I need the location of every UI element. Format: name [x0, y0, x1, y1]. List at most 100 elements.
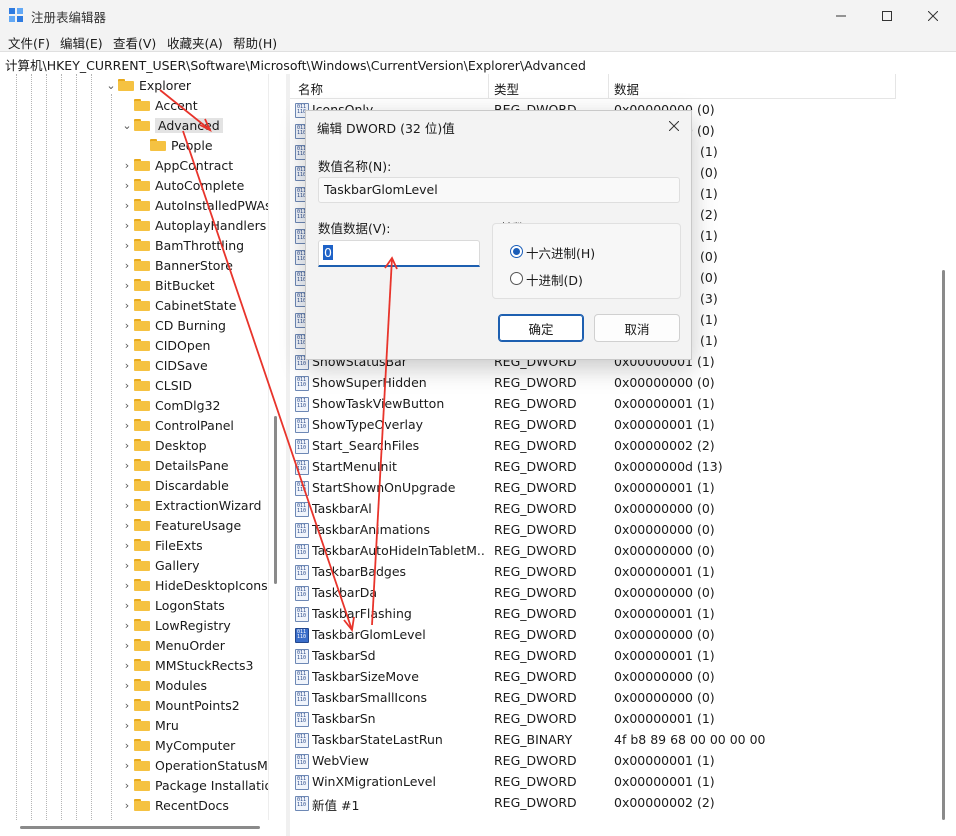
chevron-right-icon[interactable]: › [120, 559, 134, 572]
chevron-right-icon[interactable]: › [120, 799, 134, 812]
hex-radio[interactable] [510, 245, 523, 258]
chevron-right-icon[interactable]: › [120, 459, 134, 472]
table-row[interactable]: 011 110 TaskbarStateLastRun REG_BINARY 4f b8… [290, 730, 890, 751]
chevron-right-icon[interactable]: › [120, 739, 134, 752]
tree-item[interactable]: › MyComputer [120, 735, 236, 755]
dialog-close-button[interactable] [662, 115, 686, 137]
chevron-right-icon[interactable]: › [120, 159, 134, 172]
tree-item[interactable]: › RecentDocs [120, 795, 229, 815]
chevron-right-icon[interactable]: › [120, 359, 134, 372]
chevron-right-icon[interactable]: › [120, 279, 134, 292]
tree-item[interactable]: › ComDlg32 [120, 395, 221, 415]
tree-item[interactable]: › CabinetState [120, 295, 237, 315]
chevron-right-icon[interactable]: › [120, 299, 134, 312]
tree-item[interactable]: › Package Installatio [120, 775, 268, 795]
tree-horizontal-scrollbar[interactable] [0, 820, 286, 836]
close-button[interactable] [910, 0, 956, 31]
tree-item[interactable]: › Discardable [120, 475, 229, 495]
chevron-right-icon[interactable]: › [120, 519, 134, 532]
decimal-label[interactable]: 十进制(D) [526, 270, 583, 289]
list-scrollbar[interactable] [936, 74, 956, 836]
tree-scroll-thumb[interactable] [274, 416, 277, 584]
tree-item[interactable]: › CLSID [120, 375, 192, 395]
chevron-right-icon[interactable]: › [120, 579, 134, 592]
chevron-right-icon[interactable]: › [120, 379, 134, 392]
chevron-down-icon[interactable]: ⌄ [104, 79, 118, 92]
cancel-button[interactable]: 取消 [594, 314, 680, 342]
tree-item[interactable]: › BitBucket [120, 275, 215, 295]
table-row[interactable]: 011 110 新值 #1 REG_DWORD 0x00000002 (2) [290, 793, 890, 814]
tree-item[interactable]: › OperationStatusMa [120, 755, 268, 775]
chevron-right-icon[interactable]: › [120, 259, 134, 272]
tree-item[interactable]: › LowRegistry [120, 615, 231, 635]
address-bar[interactable]: 计算机\HKEY_CURRENT_USER\Software\Microsoft… [0, 51, 956, 75]
menu-help[interactable]: 帮助(H) [233, 33, 277, 52]
table-row[interactable]: 011 110 TaskbarSizeMove REG_DWORD 0x00000000… [290, 667, 890, 688]
column-divider[interactable] [488, 74, 489, 98]
table-row[interactable]: 011 110 Start_SearchFiles REG_DWORD 0x000000… [290, 436, 890, 457]
key-tree[interactable]: ⌄ Explorer Accent ⌄ Advanced People › App… [0, 74, 268, 820]
tree-item-accent[interactable]: Accent [120, 95, 198, 115]
chevron-right-icon[interactable]: › [120, 699, 134, 712]
tree-item[interactable]: › AutoplayHandlers [120, 215, 266, 235]
chevron-right-icon[interactable]: › [120, 239, 134, 252]
table-row[interactable]: 011 110 WinXMigrationLevel REG_DWORD 0x00000… [290, 772, 890, 793]
menu-edit[interactable]: 编辑(E) [60, 33, 103, 52]
minimize-button[interactable] [818, 0, 864, 31]
table-row[interactable]: 011 110 TaskbarAutoHideInTabletM... REG_DWO… [290, 541, 890, 562]
chevron-right-icon[interactable]: › [120, 219, 134, 232]
tree-item[interactable]: › CD Burning [120, 315, 226, 335]
chevron-right-icon[interactable]: › [120, 319, 134, 332]
tree-item[interactable]: › CIDSave [120, 355, 208, 375]
tree-item[interactable]: › ExtractionWizard [120, 495, 262, 515]
chevron-right-icon[interactable]: › [120, 179, 134, 192]
table-row[interactable]: 011 110 TaskbarFlashing REG_DWORD 0x00000001… [290, 604, 890, 625]
chevron-right-icon[interactable]: › [120, 679, 134, 692]
tree-item[interactable]: › DetailsPane [120, 455, 229, 475]
tree-item[interactable]: › Desktop [120, 435, 207, 455]
tree-item[interactable]: › AutoInstalledPWAs [120, 195, 268, 215]
address-path[interactable]: 计算机\HKEY_CURRENT_USER\Software\Microsoft… [5, 55, 586, 74]
column-divider[interactable] [895, 74, 896, 98]
chevron-right-icon[interactable]: › [120, 719, 134, 732]
table-row[interactable]: 011 110 TaskbarDa REG_DWORD 0x00000000 (0) [290, 583, 890, 604]
chevron-right-icon[interactable]: › [120, 659, 134, 672]
column-divider[interactable] [608, 74, 609, 98]
tree-item-advanced[interactable]: ⌄ Advanced [120, 115, 223, 135]
tree-item[interactable]: › LogonStats [120, 595, 225, 615]
menu-file[interactable]: 文件(F) [8, 33, 50, 52]
tree-item[interactable]: › ControlPanel [120, 415, 234, 435]
chevron-right-icon[interactable]: › [120, 499, 134, 512]
chevron-right-icon[interactable]: › [120, 779, 134, 792]
menu-favorites[interactable]: 收藏夹(A) [167, 33, 223, 52]
table-row[interactable]: 011 110 TaskbarAl REG_DWORD 0x00000000 (0) [290, 499, 890, 520]
column-header-type[interactable]: 类型 [494, 79, 519, 98]
tree-item[interactable]: › MountPoints2 [120, 695, 240, 715]
chevron-right-icon[interactable]: › [120, 479, 134, 492]
tree-item[interactable]: › BannerStore [120, 255, 233, 275]
chevron-right-icon[interactable]: › [120, 399, 134, 412]
table-row[interactable]: 011 110 TaskbarAnimations REG_DWORD 0x000000… [290, 520, 890, 541]
column-header-data[interactable]: 数据 [614, 79, 639, 98]
value-data-input[interactable]: 0 [318, 240, 480, 267]
column-header-name[interactable]: 名称 [298, 79, 323, 98]
chevron-right-icon[interactable]: › [120, 199, 134, 212]
table-row[interactable]: 011 110 WebView REG_DWORD 0x00000001 (1) [290, 751, 890, 772]
tree-item[interactable]: › MenuOrder [120, 635, 225, 655]
chevron-right-icon[interactable]: › [120, 639, 134, 652]
tree-item[interactable]: › Mru [120, 715, 179, 735]
table-row[interactable]: 011 110 ShowTaskViewButton REG_DWORD 0x00000… [290, 394, 890, 415]
tree-item-people[interactable]: People [136, 135, 213, 155]
table-row[interactable]: 011 110 ShowTypeOverlay REG_DWORD 0x00000001… [290, 415, 890, 436]
tree-item[interactable]: › Gallery [120, 555, 200, 575]
tree-item[interactable]: › FileExts [120, 535, 203, 555]
tree-hscroll-thumb[interactable] [20, 826, 260, 829]
chevron-right-icon[interactable]: › [120, 539, 134, 552]
tree-item[interactable]: › MMStuckRects3 [120, 655, 254, 675]
tree-scrollbar[interactable] [268, 74, 287, 820]
table-row[interactable]: 011 110 TaskbarSn REG_DWORD 0x00000001 (1) [290, 709, 890, 730]
chevron-down-icon[interactable]: ⌄ [120, 119, 134, 132]
table-row[interactable]: 011 110 TaskbarSd REG_DWORD 0x00000001 (1) [290, 646, 890, 667]
list-scroll-thumb[interactable] [942, 270, 945, 820]
menu-view[interactable]: 查看(V) [113, 33, 156, 52]
